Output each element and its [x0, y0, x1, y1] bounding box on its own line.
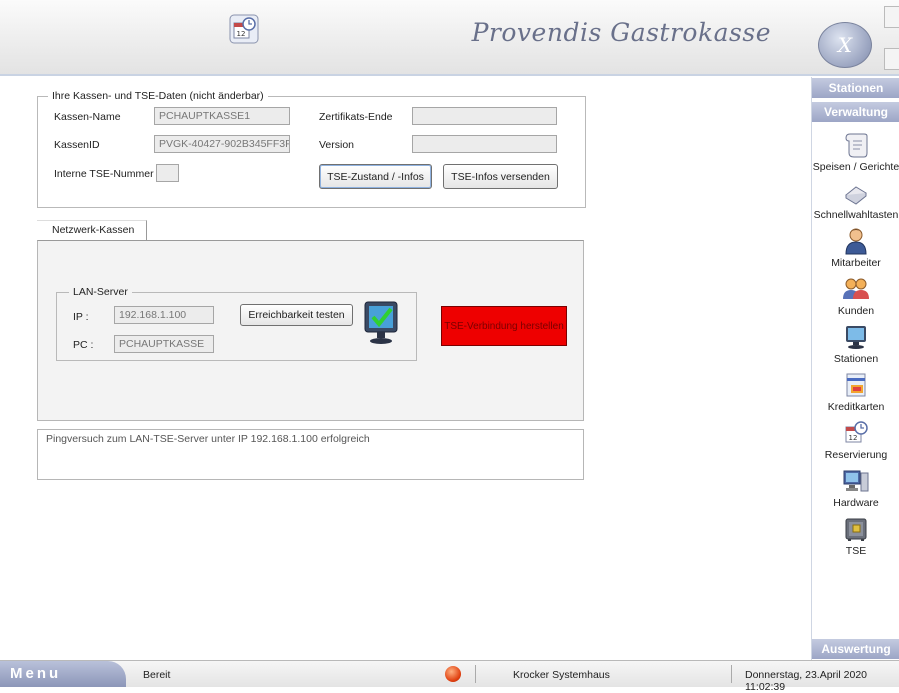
- calendar-clock-icon[interactable]: 12: [229, 14, 259, 44]
- log-message: Pingversuch zum LAN-TSE-Server unter IP …: [46, 433, 370, 445]
- sidebar-head-auswertung[interactable]: Auswertung: [812, 639, 899, 659]
- sidebar-item-label: Speisen / Gerichte: [812, 161, 899, 173]
- sidebar-item-speisen[interactable]: Speisen / Gerichte: [812, 131, 899, 173]
- sidebar-item-stationen[interactable]: Stationen: [812, 323, 899, 365]
- ip-field[interactable]: 192.168.1.100: [114, 306, 214, 324]
- sidebar-item-label: Stationen: [833, 353, 879, 365]
- sidebar-item-label: Reservierung: [824, 449, 888, 461]
- sidebar-item-tse[interactable]: TSE: [812, 515, 899, 557]
- zertifikat-ende-label: Zertifikats-Ende: [319, 111, 393, 123]
- tab-netzwerk-kassen[interactable]: Netzwerk-Kassen: [37, 220, 147, 241]
- computer-icon: [841, 467, 871, 495]
- pc-field[interactable]: PCHAUPTKASSE: [114, 335, 214, 353]
- window-box[interactable]: [884, 48, 899, 70]
- kassen-group-legend: Ihre Kassen- und TSE-Daten (nicht änderb…: [48, 90, 268, 102]
- minimize-box[interactable]: [884, 6, 899, 28]
- status-separator: [731, 665, 732, 683]
- sidebar-item-label: Kunden: [837, 305, 875, 317]
- app-title: Provendis Gastrokasse: [471, 18, 771, 47]
- sidebar-item-label: Mitarbeiter: [831, 257, 881, 269]
- kassen-name-label: Kassen-Name: [54, 111, 121, 123]
- version-field[interactable]: [412, 135, 557, 153]
- app-header: 12 Provendis Gastrokasse X: [0, 0, 899, 76]
- pc-label: PC :: [73, 339, 94, 351]
- people-icon: [841, 275, 871, 303]
- safe-icon: [841, 515, 871, 543]
- person-icon: [841, 227, 871, 255]
- tab-netzwerk-label: Netzwerk-Kassen: [52, 224, 135, 236]
- erreichbarkeit-testen-button[interactable]: Erreichbarkeit testen: [240, 304, 353, 326]
- ip-label: IP :: [73, 311, 89, 323]
- status-separator: [475, 665, 476, 683]
- status-text: Bereit: [143, 669, 171, 681]
- company-name: Krocker Systemhaus: [513, 669, 610, 681]
- sidebar-item-label: Hardware: [833, 497, 879, 509]
- tse-nummer-label: Interne TSE-Nummer: [54, 168, 154, 180]
- close-button[interactable]: X: [818, 22, 872, 68]
- sidebar-item-kreditkarten[interactable]: Kreditkarten: [812, 371, 899, 413]
- svg-text:12: 12: [237, 30, 246, 38]
- calendar-icon: 12: [841, 419, 871, 447]
- tse-nummer-field[interactable]: [156, 164, 179, 182]
- sidebar: Stationen Verwaltung Speisen / Gerichte …: [811, 77, 899, 660]
- monitor-icon: [841, 323, 871, 351]
- kassen-name-field[interactable]: PCHAUPTKASSE1: [154, 107, 290, 125]
- scroll-icon: [841, 131, 871, 159]
- message-log: Pingversuch zum LAN-TSE-Server unter IP …: [37, 429, 584, 480]
- sidebar-item-reservierung[interactable]: 12 Reservierung: [812, 419, 899, 461]
- sidebar-item-hardware[interactable]: Hardware: [812, 467, 899, 509]
- tse-zustand-button[interactable]: TSE-Zustand / -Infos: [319, 164, 432, 189]
- tse-infos-versenden-button[interactable]: TSE-Infos versenden: [443, 164, 558, 189]
- sidebar-head-verwaltung[interactable]: Verwaltung: [812, 101, 899, 122]
- lan-server-legend: LAN-Server: [69, 286, 132, 298]
- status-light-icon: [445, 666, 461, 682]
- credit-card-icon: [841, 371, 871, 399]
- sidebar-item-kunden[interactable]: Kunden: [812, 275, 899, 317]
- keyboard-icon: [841, 179, 871, 207]
- kassen-id-label: KassenID: [54, 139, 100, 151]
- svg-text:12: 12: [849, 434, 858, 442]
- sidebar-item-schnellwahltasten[interactable]: Schnellwahltasten: [812, 179, 899, 221]
- datetime: Donnerstag, 23.April 2020 11:02:39: [745, 669, 867, 693]
- menu-button[interactable]: Menu: [0, 661, 126, 687]
- version-label: Version: [319, 139, 355, 151]
- monitor-check-icon: [361, 299, 401, 347]
- sidebar-item-mitarbeiter[interactable]: Mitarbeiter: [812, 227, 899, 269]
- sidebar-item-label: Kreditkarten: [827, 401, 885, 413]
- kassen-id-field[interactable]: PVGK-40427-902B345FF3F1: [154, 135, 290, 153]
- sidebar-head-stationen[interactable]: Stationen: [812, 78, 899, 98]
- zertifikat-ende-field[interactable]: [412, 107, 557, 125]
- tse-verbindung-herstellen-button[interactable]: TSE-Verbindung herstellen: [441, 306, 567, 346]
- sidebar-item-label: Schnellwahltasten: [813, 209, 899, 221]
- sidebar-item-label: TSE: [845, 545, 867, 557]
- status-bar: Menu Bereit Krocker Systemhaus Donnersta…: [0, 660, 899, 693]
